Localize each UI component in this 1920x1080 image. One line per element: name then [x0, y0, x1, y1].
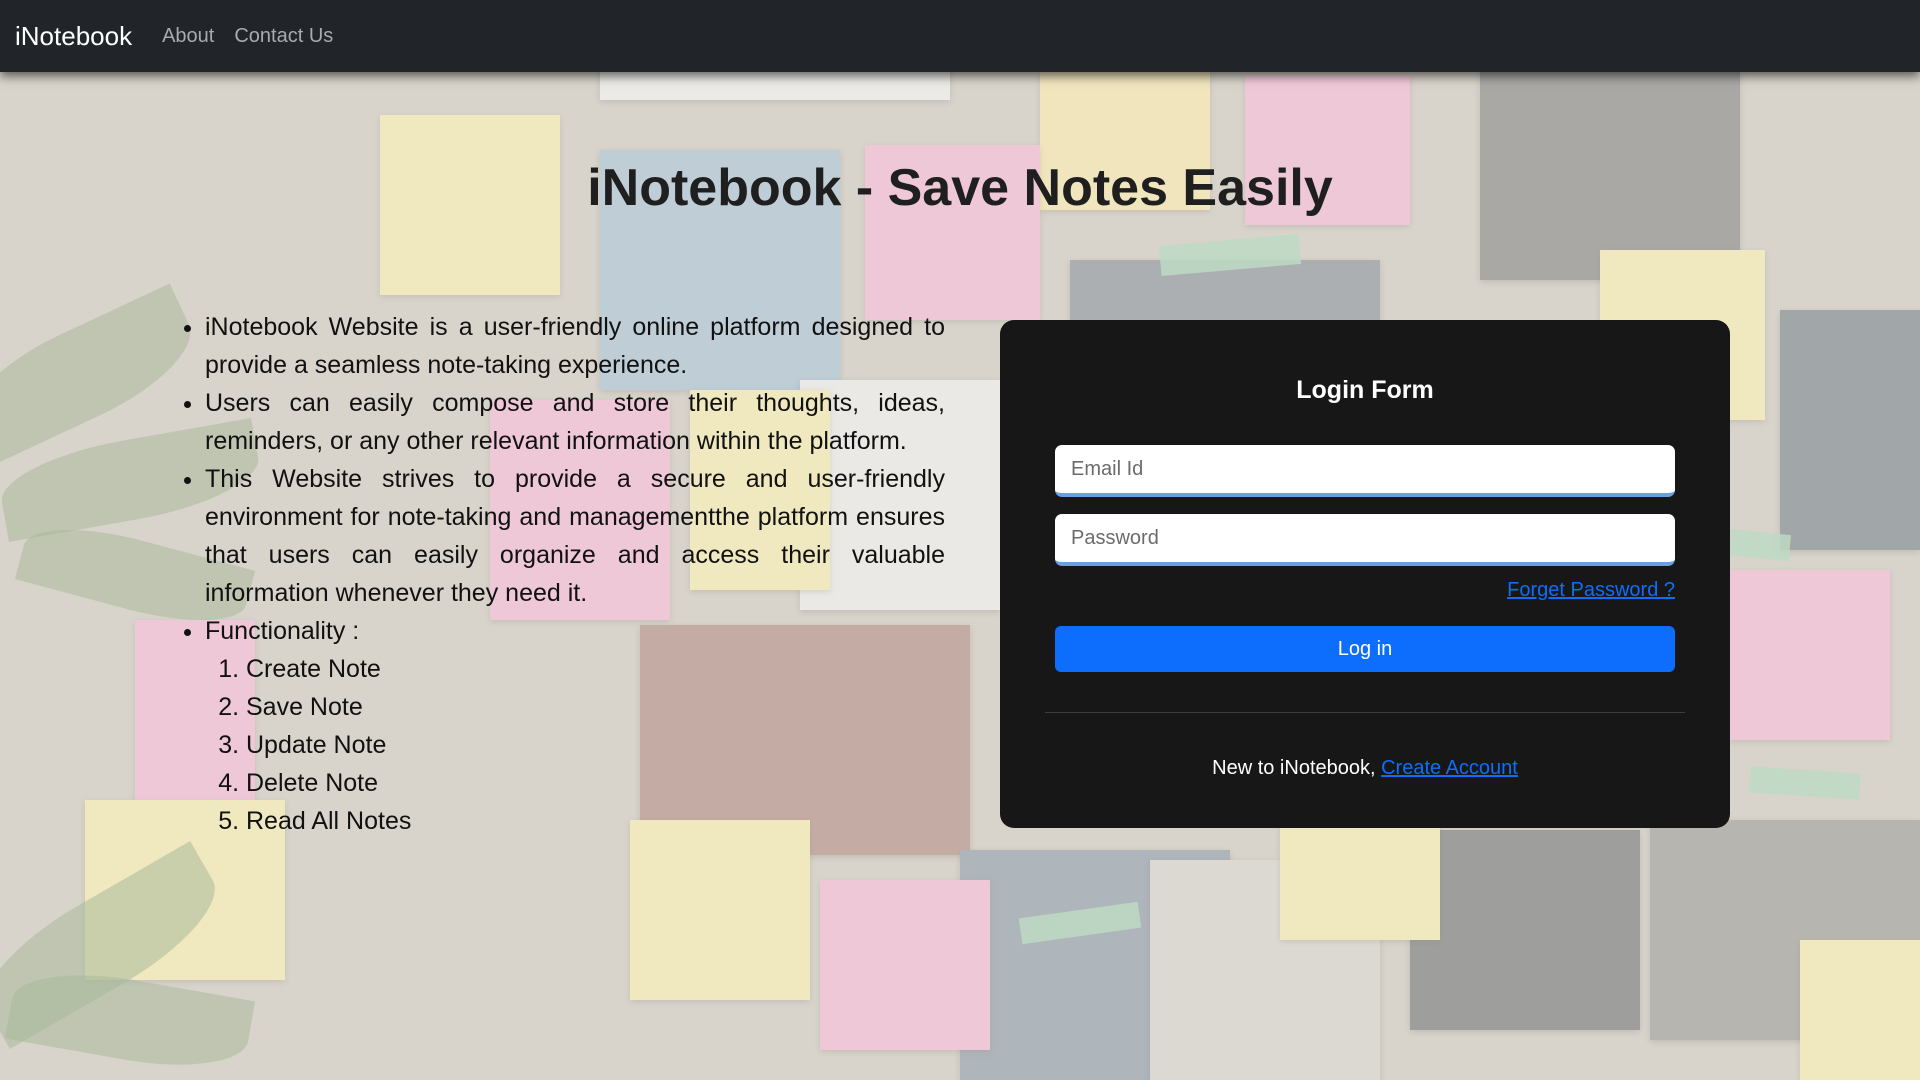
nav-link-about[interactable]: About: [162, 25, 214, 48]
functionality-heading: Functionality :: [205, 617, 360, 645]
login-form-card: Login Form Forget Password ? Log in New …: [1000, 320, 1730, 828]
functionality-list-item: Update Note: [246, 726, 945, 764]
email-input[interactable]: [1055, 445, 1675, 497]
brand-logo-link[interactable]: iNotebook: [15, 21, 132, 52]
login-form-title: Login Form: [1296, 376, 1434, 404]
page-title: iNotebook - Save Notes Easily: [587, 159, 1333, 217]
functionality-list-item: Create Note: [246, 650, 945, 688]
forget-password-link[interactable]: Forget Password ?: [1507, 579, 1675, 602]
info-section: iNotebook Website is a user-friendly onl…: [180, 308, 945, 840]
info-bullet: iNotebook Website is a user-friendly onl…: [205, 308, 945, 384]
info-bullet-list: iNotebook Website is a user-friendly onl…: [180, 308, 945, 840]
new-account-text: New to iNotebook,: [1212, 757, 1376, 779]
new-account-line: New to iNotebook, Create Account: [1000, 757, 1730, 780]
top-navbar: iNotebook About Contact Us: [0, 0, 1920, 72]
functionality-list-item: Save Note: [246, 688, 945, 726]
functionality-list-item: Delete Note: [246, 764, 945, 802]
form-divider: [1045, 712, 1685, 713]
functionality-list: Create Note Save Note Update Note Delete…: [205, 650, 945, 840]
functionality-item: Functionality : Create Note Save Note Up…: [205, 612, 945, 840]
functionality-list-item: Read All Notes: [246, 802, 945, 840]
nav-link-contact-us[interactable]: Contact Us: [234, 25, 333, 48]
password-input[interactable]: [1055, 514, 1675, 566]
login-button[interactable]: Log in: [1055, 626, 1675, 672]
info-bullet: This Website strives to provide a secure…: [205, 460, 945, 612]
create-account-link[interactable]: Create Account: [1381, 757, 1518, 779]
info-bullet: Users can easily compose and store their…: [205, 384, 945, 460]
